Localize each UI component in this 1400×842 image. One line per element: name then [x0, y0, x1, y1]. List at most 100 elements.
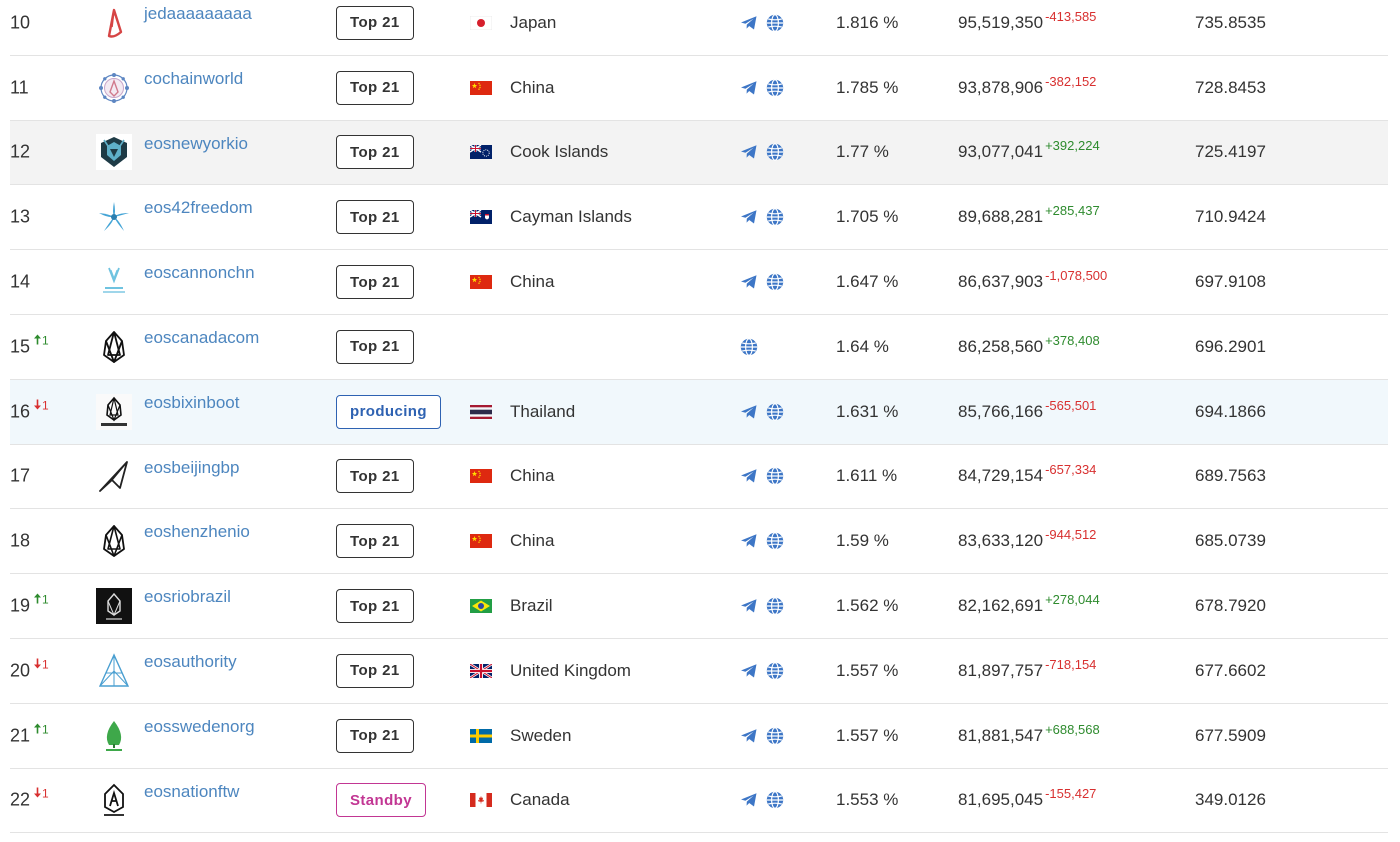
- website-icon[interactable]: [765, 142, 785, 162]
- arrow-down-icon: [34, 657, 42, 671]
- votes-value: 93,878,906: [958, 77, 1044, 97]
- producer-row: 17 eosbeijingbp Top 21 China 1.611 % 84,…: [10, 445, 1388, 510]
- votes-value: 86,258,560: [958, 336, 1044, 356]
- website-icon[interactable]: [765, 790, 785, 810]
- producer-row: 20 1 eosauthority Top 21 United Kingdom …: [10, 639, 1388, 704]
- country-name: Cayman Islands: [510, 207, 632, 227]
- website-icon[interactable]: [765, 272, 785, 292]
- website-icon[interactable]: [765, 402, 785, 422]
- rank-cell: 12: [10, 142, 30, 163]
- eosnationftw-logo[interactable]: [96, 782, 132, 818]
- status-badge: Standby: [336, 783, 426, 818]
- social-links: [739, 78, 785, 98]
- flag-br-icon: [470, 599, 492, 614]
- producer-name-link[interactable]: eosauthority: [144, 652, 237, 672]
- eosswedenorg-logo[interactable]: [96, 718, 132, 754]
- rank-cell: 22 1: [10, 787, 49, 811]
- website-icon[interactable]: [765, 596, 785, 616]
- telegram-icon[interactable]: [739, 466, 759, 486]
- producer-name-link[interactable]: eos42freedom: [144, 198, 253, 218]
- flag-jp-icon: [470, 15, 492, 30]
- eoshenzhenio-logo[interactable]: [96, 523, 132, 559]
- producer-name-link[interactable]: eosnationftw: [144, 782, 239, 802]
- producer-name-link[interactable]: eoscannonchn: [144, 263, 255, 283]
- producer-name-link[interactable]: eosnewyorkio: [144, 134, 248, 154]
- social-links: [739, 726, 785, 746]
- rank-change: 1: [34, 722, 49, 736]
- eosbeijingbp-logo[interactable]: [96, 458, 132, 494]
- eoscanadacom-logo[interactable]: [96, 329, 132, 365]
- telegram-icon[interactable]: [739, 402, 759, 422]
- rank-cell: 19 1: [10, 593, 49, 617]
- website-icon[interactable]: [765, 726, 785, 746]
- social-links: [739, 337, 759, 357]
- total-votes: 81,881,547 +688,568: [958, 722, 1100, 746]
- website-icon[interactable]: [765, 661, 785, 681]
- arrow-down-icon: [34, 398, 42, 412]
- total-votes: 93,878,906 -382,152: [958, 74, 1096, 98]
- eoscannonchn-logo[interactable]: [96, 264, 132, 300]
- telegram-icon[interactable]: [739, 142, 759, 162]
- status-badge: Top 21: [336, 5, 414, 40]
- flag-cn-icon: [470, 80, 492, 95]
- telegram-icon[interactable]: [739, 78, 759, 98]
- producer-name-link[interactable]: eoscanadacom: [144, 328, 259, 348]
- flag-cn-icon: [470, 469, 492, 484]
- flag-th-icon: [470, 404, 492, 419]
- rank-number: 11: [10, 77, 29, 98]
- website-icon[interactable]: [765, 13, 785, 33]
- flag-cn-icon: [470, 534, 492, 549]
- rank-number: 17: [10, 465, 31, 486]
- website-icon[interactable]: [765, 78, 785, 98]
- producer-row: 16 1 eosbixinboot producing Thailand 1.6…: [10, 379, 1388, 445]
- eosbixinboot-logo[interactable]: [96, 393, 132, 430]
- telegram-icon[interactable]: [739, 207, 759, 227]
- producer-name-link[interactable]: eosswedenorg: [144, 717, 255, 737]
- producer-row: 18 eoshenzhenio Top 21 China 1.59 % 83,6…: [10, 509, 1388, 575]
- telegram-icon[interactable]: [739, 790, 759, 810]
- telegram-icon[interactable]: [739, 531, 759, 551]
- flag-se-icon: [470, 728, 492, 743]
- website-icon[interactable]: [765, 207, 785, 227]
- rank-change: 1: [34, 787, 49, 801]
- telegram-icon[interactable]: [739, 596, 759, 616]
- producer-row: 11 cochainworld Top 21 China 1.785 % 93,…: [10, 56, 1388, 121]
- telegram-icon[interactable]: [739, 272, 759, 292]
- producer-name-link[interactable]: eosriobrazil: [144, 587, 231, 607]
- eosauthority-logo[interactable]: [96, 653, 132, 689]
- votes-delta: -944,512: [1045, 527, 1097, 543]
- telegram-icon[interactable]: [739, 13, 759, 33]
- telegram-icon[interactable]: [739, 726, 759, 746]
- total-votes: 84,729,154 -657,334: [958, 462, 1096, 486]
- eos42freedom-logo[interactable]: [96, 199, 132, 235]
- eosriobrazil-logo[interactable]: [96, 588, 132, 625]
- votes-delta: +688,568: [1045, 721, 1100, 737]
- total-votes: 89,688,281 +285,437: [958, 203, 1100, 227]
- website-icon[interactable]: [765, 531, 785, 551]
- daily-reward: 696.2901: [1195, 336, 1266, 356]
- producer-name-link[interactable]: cochainworld: [144, 69, 243, 89]
- votes-value: 93,077,041: [958, 142, 1044, 162]
- votes-delta: -413,585: [1045, 8, 1097, 24]
- total-votes: 85,766,166 -565,501: [958, 398, 1096, 422]
- rank-cell: 15 1: [10, 333, 49, 357]
- producer-name-link[interactable]: eosbeijingbp: [144, 458, 239, 478]
- eosnewyorkio-logo[interactable]: [96, 134, 132, 171]
- producers-table: 10 jedaaaaaaaaa Top 21 Japan 1.816 % 95,…: [10, 0, 1388, 834]
- producer-row: 13 eos42freedom Top 21 Cayman Islands 1.…: [10, 185, 1388, 251]
- producer-name-link[interactable]: jedaaaaaaaaa: [144, 4, 252, 24]
- cochainworld-logo[interactable]: [96, 70, 132, 106]
- status-badge: Top 21: [336, 265, 414, 300]
- producer-name-link[interactable]: eoshenzhenio: [144, 522, 250, 542]
- social-links: [739, 531, 785, 551]
- jedaaaaaaaaa-logo[interactable]: [96, 5, 132, 41]
- website-icon[interactable]: [765, 466, 785, 486]
- producer-name-link[interactable]: eosbixinboot: [144, 393, 239, 413]
- rank-number: 15: [10, 336, 31, 357]
- daily-reward: 725.4197: [1195, 142, 1266, 162]
- website-icon[interactable]: [739, 337, 759, 357]
- flag-cn-icon: [470, 275, 492, 290]
- telegram-icon[interactable]: [739, 661, 759, 681]
- country-name: Canada: [510, 790, 570, 810]
- daily-reward: 677.6602: [1195, 660, 1266, 680]
